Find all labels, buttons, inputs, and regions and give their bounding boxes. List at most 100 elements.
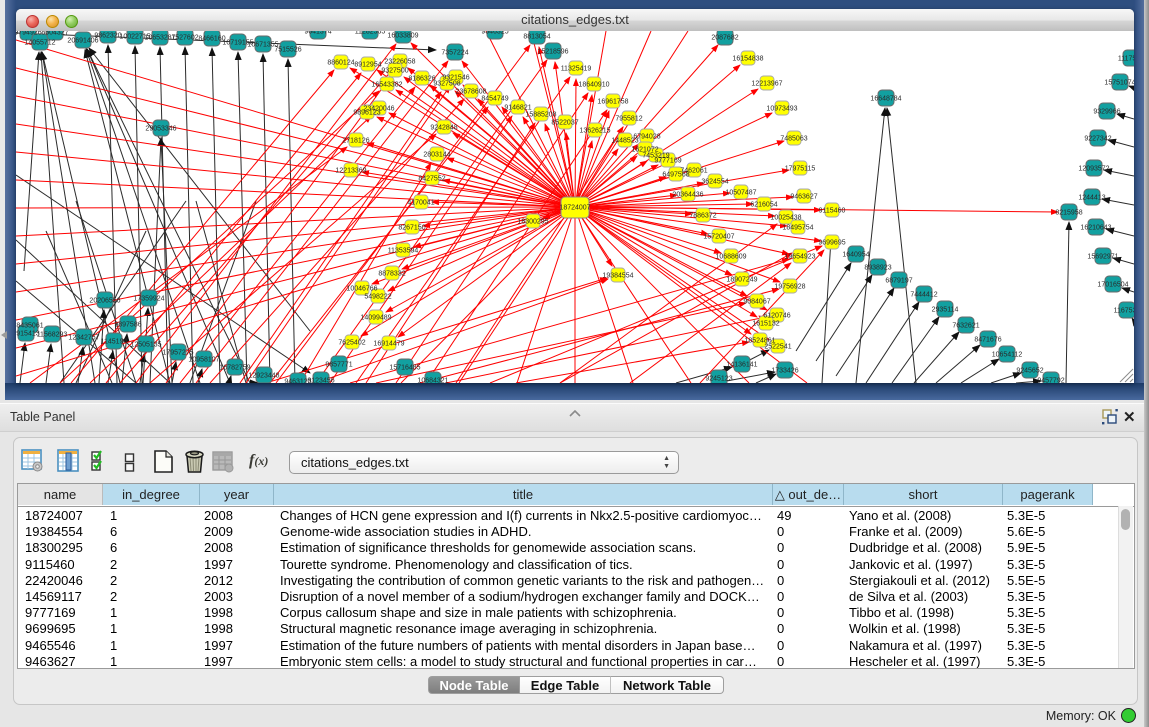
svg-text:9794926: 9794926 (16, 31, 42, 37)
svg-text:20364436: 20364436 (672, 192, 703, 199)
svg-text:7515526: 7515526 (274, 47, 301, 54)
svg-text:9463627: 9463627 (790, 194, 817, 201)
svg-text:8938923: 8938923 (864, 265, 891, 272)
svg-text:18724007: 18724007 (559, 205, 590, 212)
svg-text:10973493: 10973493 (766, 106, 797, 113)
svg-text:1733426: 1733426 (771, 368, 798, 375)
svg-text:8435061: 8435061 (16, 323, 43, 330)
svg-text:9457792: 9457792 (1037, 378, 1064, 384)
svg-text:6879197: 6879197 (885, 278, 912, 285)
svg-text:8215958: 8215958 (1055, 210, 1082, 217)
svg-text:17957275: 17957275 (162, 350, 193, 357)
svg-text:9546325: 9546325 (481, 31, 508, 36)
svg-text:7485063: 7485063 (780, 136, 807, 143)
svg-text:14055712: 14055712 (24, 40, 55, 47)
svg-text:10684321: 10684321 (417, 378, 448, 384)
svg-text:18495754: 18495754 (782, 225, 813, 232)
svg-text:6497568: 6497568 (662, 172, 689, 179)
svg-text:11325419: 11325419 (561, 66, 592, 73)
svg-text:18300295: 18300295 (517, 219, 548, 226)
svg-text:14099489: 14099489 (360, 315, 391, 322)
svg-text:15716485: 15716485 (389, 365, 420, 372)
svg-text:1145194: 1145194 (101, 339, 128, 346)
svg-text:15751074: 15751074 (1104, 80, 1134, 87)
svg-text:1244413: 1244413 (1078, 195, 1105, 202)
svg-text:9245123: 9245123 (705, 376, 732, 383)
svg-text:8860124: 8860124 (327, 60, 354, 67)
svg-text:23226058: 23226058 (384, 59, 415, 66)
svg-text:18640910: 18640910 (578, 82, 609, 89)
svg-text:14136141: 14136141 (726, 362, 757, 369)
svg-text:10958107: 10958107 (188, 357, 219, 364)
svg-text:16210643: 16210643 (1080, 225, 1111, 232)
svg-text:16648784: 16648784 (870, 96, 901, 103)
svg-text:8604327: 8604327 (41, 31, 68, 37)
svg-text:8123456: 8123456 (307, 378, 334, 384)
svg-text:8912954: 8912954 (354, 62, 381, 69)
svg-text:9327500: 9327500 (381, 68, 408, 75)
svg-text:8186326: 8186326 (408, 76, 435, 83)
svg-text:16154838: 16154838 (732, 56, 763, 63)
svg-text:10046766: 10046766 (346, 286, 377, 293)
svg-text:9777169: 9777169 (654, 158, 681, 165)
svg-text:2522541: 2522541 (764, 344, 791, 351)
svg-text:8267150: 8267150 (398, 225, 425, 232)
svg-text:9699695: 9699695 (818, 240, 845, 247)
svg-text:19654923: 19654923 (784, 254, 815, 261)
svg-text:2935114: 2935114 (932, 307, 959, 314)
svg-text:8878332: 8878332 (378, 271, 405, 278)
svg-text:17016504: 17016504 (1097, 282, 1128, 289)
svg-text:1640954: 1640954 (842, 252, 869, 259)
svg-text:9115460: 9115460 (819, 208, 846, 215)
svg-text:11568293: 11568293 (37, 332, 68, 339)
svg-text:6120746: 6120746 (763, 313, 790, 320)
svg-text:8813054: 8813054 (523, 34, 550, 41)
svg-text:6216054: 6216054 (750, 202, 777, 209)
svg-text:5498222: 5498222 (364, 294, 391, 301)
svg-text:4170041: 4170041 (407, 200, 434, 207)
svg-text:1527602: 1527602 (171, 35, 198, 42)
svg-text:19756928: 19756928 (774, 284, 805, 291)
svg-text:17359924: 17359924 (133, 296, 164, 303)
svg-text:7886372: 7886372 (689, 213, 716, 220)
svg-text:13626215: 13626215 (579, 128, 610, 135)
svg-text:8471676: 8471676 (974, 337, 1001, 344)
svg-text:16782759: 16782759 (219, 365, 250, 372)
svg-text:7955812: 7955812 (615, 116, 642, 123)
svg-text:7357224: 7357224 (441, 50, 468, 57)
svg-text:7632621: 7632621 (952, 323, 979, 330)
svg-text:16961758: 16961758 (597, 99, 628, 106)
svg-text:12213369: 12213369 (335, 168, 366, 175)
svg-text:1117542: 1117542 (1118, 56, 1134, 63)
svg-text:18907249: 18907249 (726, 277, 757, 284)
svg-text:9896123: 9896123 (353, 110, 380, 117)
svg-text:9242848: 9242848 (430, 125, 457, 132)
svg-text:15885208: 15885208 (525, 112, 556, 119)
svg-text:9146821: 9146821 (504, 105, 531, 112)
svg-text:8522037: 8522037 (551, 120, 578, 127)
svg-text:10654112: 10654112 (992, 352, 1023, 359)
svg-text:9641374: 9641374 (304, 31, 331, 36)
svg-text:2718126: 2718126 (342, 138, 369, 145)
svg-text:3624554: 3624554 (701, 179, 728, 186)
svg-text:9227342: 9227342 (1084, 136, 1111, 143)
svg-text:7625402: 7625402 (338, 340, 365, 347)
svg-text:10688609: 10688609 (715, 254, 746, 261)
svg-text:12093572: 12093572 (1078, 166, 1109, 173)
svg-text:11282565: 11282565 (355, 31, 386, 36)
svg-text:9897586: 9897586 (114, 322, 141, 329)
svg-text:2803144: 2803144 (423, 152, 450, 159)
svg-text:1615132: 1615132 (752, 321, 779, 328)
svg-text:1167533: 1167533 (1114, 308, 1134, 315)
svg-text:9857771: 9857771 (325, 362, 352, 369)
svg-text:15720407: 15720407 (703, 234, 734, 241)
svg-text:15218596: 15218596 (537, 49, 568, 56)
svg-text:16914479: 16914479 (373, 341, 404, 348)
svg-text:29053346: 29053346 (145, 126, 176, 133)
svg-text:16543382: 16543382 (371, 82, 402, 89)
svg-text:12923448: 12923448 (248, 373, 279, 380)
svg-text:9327508: 9327508 (433, 81, 460, 88)
svg-text:17975115: 17975115 (785, 166, 816, 173)
svg-text:9329966: 9329966 (1093, 109, 1120, 116)
svg-text:8454749: 8454749 (481, 96, 508, 103)
